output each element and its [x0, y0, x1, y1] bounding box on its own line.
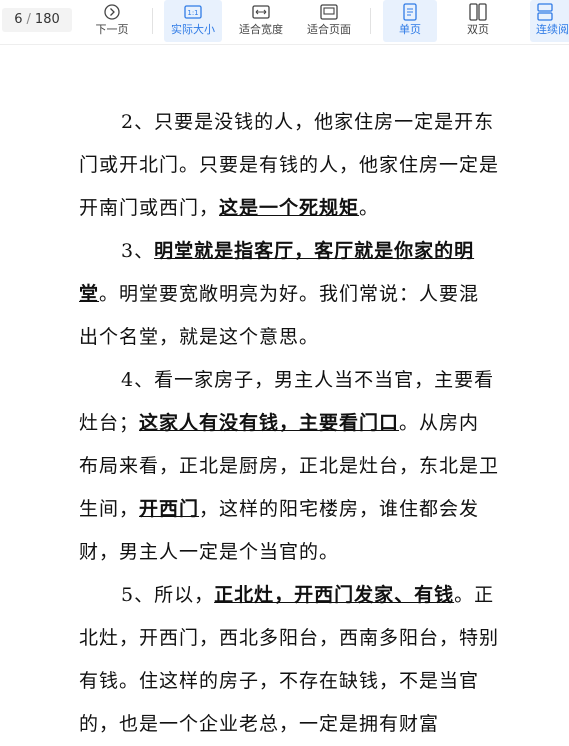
- paragraph-5: 5、所以，正北灶，开西门发家、有钱。正北灶，开西门，西北多阳台，西南多阳台，特别…: [79, 574, 499, 746]
- paragraph-text: 5、所以，: [121, 584, 215, 606]
- paragraph-text: 。明堂要宽敞明亮为好。我们常说：人要混出个名堂，就是这个意思。: [79, 283, 480, 348]
- paragraph-3: 3、明堂就是指客厅，客厅就是你家的明堂。明堂要宽敞明亮为好。我们常说：人要混出个…: [79, 230, 499, 359]
- next-page-label: 下一页: [95, 23, 129, 36]
- single-page-icon: [401, 3, 419, 21]
- paragraph-text: 。正北灶，开西门，西北多阳台，西南多阳台，特别有钱。住这样的房子，不存在缺钱，不…: [79, 584, 500, 735]
- fit-page-label: 适合页面: [307, 23, 351, 36]
- underlined-text: 正北灶，开西门发家、有钱: [214, 584, 455, 606]
- fit-width-button[interactable]: 适合宽度: [232, 0, 290, 42]
- toolbar-divider: [152, 8, 153, 34]
- current-page-number[interactable]: 6: [14, 12, 22, 27]
- next-page-icon: [103, 3, 121, 21]
- total-pages: 180: [34, 12, 60, 27]
- paragraph-4: 4、看一家房子，男主人当不当官，主要看灶台；这家人有没有钱，主要看门口。从房内布…: [79, 359, 499, 574]
- paragraph-text: 。: [359, 197, 380, 219]
- page-indicator[interactable]: 6 /180: [2, 8, 72, 32]
- actual-size-button[interactable]: 1:1 实际大小: [164, 0, 222, 42]
- paragraph-text: 3、: [121, 240, 155, 262]
- actual-size-label: 实际大小: [171, 23, 215, 36]
- double-page-icon: [469, 3, 487, 21]
- continuous-read-icon: [536, 3, 554, 21]
- paragraph-2: 2、只要是没钱的人，他家住房一定是开东门或开北门。只要是有钱的人，他家住房一定是…: [79, 101, 499, 230]
- underlined-text: 开西门: [139, 498, 200, 520]
- toolbar-divider: [370, 8, 371, 34]
- double-page-button[interactable]: 双页: [451, 0, 505, 42]
- document-page: 2、只要是没钱的人，他家住房一定是开东门或开北门。只要是有钱的人，他家住房一定是…: [0, 45, 569, 735]
- underlined-text: 这家人有没有钱，主要看门口: [139, 412, 400, 434]
- continuous-read-button[interactable]: 连续阅: [530, 0, 569, 42]
- single-page-button[interactable]: 单页: [383, 0, 437, 42]
- fit-page-icon: [320, 3, 338, 21]
- actual-size-icon: 1:1: [184, 3, 202, 21]
- fit-width-label: 适合宽度: [239, 23, 283, 36]
- viewer-toolbar: 6 /180 下一页 1:1 实际大小 适合宽度 适合页面 单页 双页 连续阅: [0, 0, 569, 45]
- double-page-label: 双页: [467, 23, 489, 36]
- next-page-button[interactable]: 下一页: [84, 0, 140, 42]
- continuous-read-label: 连续阅: [536, 23, 569, 36]
- underlined-text: 这是一个死规矩: [219, 197, 360, 219]
- svg-text:1:1: 1:1: [187, 9, 198, 17]
- single-page-label: 单页: [399, 23, 421, 36]
- page-separator: /: [26, 12, 31, 27]
- document-body: 2、只要是没钱的人，他家住房一定是开东门或开北门。只要是有钱的人，他家住房一定是…: [79, 101, 499, 746]
- fit-page-button[interactable]: 适合页面: [300, 0, 358, 42]
- fit-width-icon: [252, 3, 270, 21]
